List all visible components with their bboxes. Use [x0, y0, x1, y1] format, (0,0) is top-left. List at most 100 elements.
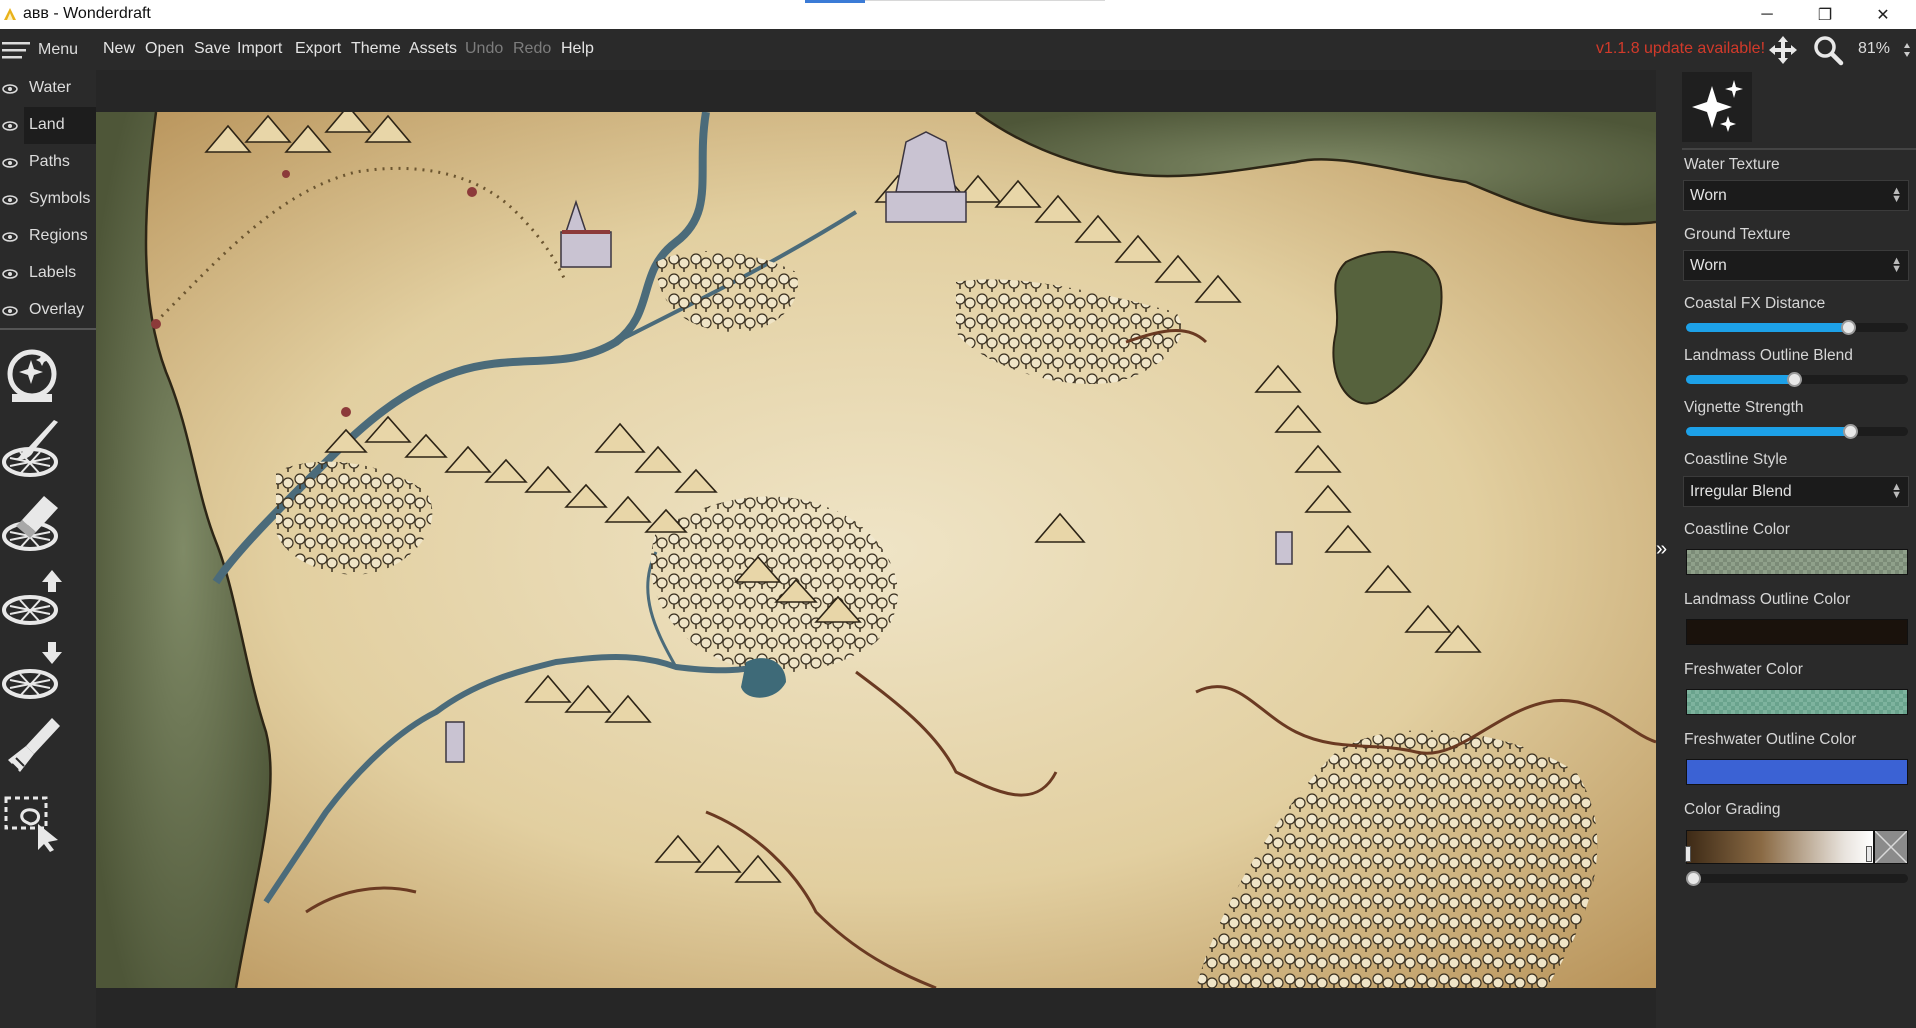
lower-land-icon[interactable]	[0, 640, 64, 704]
menu-assets[interactable]: Assets	[409, 40, 457, 58]
coastline-color-swatch[interactable]	[1686, 549, 1908, 575]
outline-blend-slider[interactable]	[1686, 372, 1908, 387]
slider-handle[interactable]	[1686, 871, 1701, 886]
water-texture-label: Water Texture	[1684, 156, 1780, 173]
water-texture-select[interactable]: Worn ▲ ▼	[1683, 180, 1909, 211]
magic-globe-icon[interactable]	[0, 344, 64, 408]
menu-save[interactable]: Save	[194, 40, 230, 58]
cross-icon	[1874, 830, 1908, 864]
menu-redo: Redo	[513, 40, 552, 57]
layer-symbols[interactable]: Symbols	[0, 181, 96, 218]
freshwater-color-label: Freshwater Color	[1684, 661, 1803, 678]
restore-button[interactable]: ❐	[1796, 0, 1854, 29]
water-texture-value: Worn	[1690, 187, 1727, 204]
slider-fill	[1686, 323, 1849, 332]
eye-icon[interactable]	[2, 194, 18, 205]
layer-label: Labels	[29, 264, 77, 281]
slider-fill	[1686, 375, 1795, 384]
menu-import[interactable]: Import	[237, 40, 282, 58]
vignette-slider[interactable]	[1686, 424, 1908, 439]
layer-label: Land	[29, 116, 65, 133]
minimize-button[interactable]: ─	[1738, 0, 1796, 29]
zoom-level-value[interactable]: 81%	[1858, 40, 1890, 58]
title-tab-track	[865, 0, 1105, 1]
hamburger-menu-button[interactable]: Menu	[0, 29, 84, 70]
layer-land[interactable]: Land	[24, 107, 96, 144]
layer-label: Water	[29, 79, 72, 96]
raise-land-icon[interactable]	[0, 566, 64, 630]
magic-settings-button[interactable]	[1682, 72, 1752, 142]
zoom-stepper-icon[interactable]	[1903, 42, 1911, 58]
eye-icon[interactable]	[2, 121, 18, 131]
menu-bar: Menu New Open Save Import Export Theme A…	[0, 29, 1916, 70]
ground-texture-select[interactable]: Worn ▲ ▼	[1683, 250, 1909, 281]
fantasy-map-image[interactable]	[96, 112, 1656, 988]
slider-handle[interactable]	[1841, 320, 1856, 335]
menu-open[interactable]: Open	[145, 40, 184, 58]
layer-list: Water Land Paths Symbols Regions Labels …	[0, 70, 96, 330]
eye-icon[interactable]	[2, 305, 18, 316]
ground-texture-label: Ground Texture	[1684, 226, 1791, 243]
layer-overlay[interactable]: Overlay	[0, 292, 96, 329]
vignette-label: Vignette Strength	[1684, 399, 1804, 416]
eye-icon[interactable]	[2, 268, 18, 279]
layer-water[interactable]: Water	[0, 70, 96, 107]
coastal-fx-slider[interactable]	[1686, 320, 1908, 335]
color-grading-gradient[interactable]	[1686, 830, 1874, 864]
tool-palette	[0, 330, 96, 1028]
window-title: авв - Wonderdraft	[23, 5, 151, 22]
close-button[interactable]: ✕	[1854, 0, 1912, 29]
coastline-color-label: Coastline Color	[1684, 521, 1790, 538]
select-arrow-icon: ▲ ▼	[1891, 185, 1902, 205]
layer-regions[interactable]: Regions	[0, 218, 96, 255]
gradient-clear-button[interactable]	[1874, 830, 1908, 864]
title-tab-indicator	[805, 0, 865, 3]
landmass-outline-color-label: Landmass Outline Color	[1684, 591, 1851, 608]
menu-help[interactable]: Help	[561, 40, 594, 58]
slider-handle[interactable]	[1843, 424, 1858, 439]
paint-brush-icon[interactable]	[0, 714, 64, 778]
pan-move-icon[interactable]	[1768, 35, 1798, 65]
color-grading-label: Color Grading	[1684, 801, 1781, 818]
map-canvas[interactable]	[96, 112, 1656, 988]
lasso-select-icon[interactable]	[0, 788, 64, 852]
title-bar: авв - Wonderdraft ─ ❐ ✕	[0, 0, 1916, 29]
coastal-fx-label: Coastal FX Distance	[1684, 295, 1826, 312]
freshwater-color-swatch[interactable]	[1686, 689, 1908, 715]
collapse-panel-button[interactable]: »	[1656, 538, 1686, 562]
gradient-stop-right[interactable]	[1866, 846, 1872, 862]
menu-label: Menu	[38, 40, 79, 58]
zoom-magnifier-icon[interactable]	[1812, 34, 1844, 66]
select-arrow-icon: ▲ ▼	[1891, 255, 1902, 275]
ground-texture-value: Worn	[1690, 257, 1727, 274]
menu-theme[interactable]: Theme	[351, 40, 401, 58]
menu-undo: Undo	[465, 40, 504, 57]
color-grading-slider[interactable]	[1686, 871, 1908, 886]
eye-icon[interactable]	[2, 157, 18, 168]
freshwater-outline-color-swatch[interactable]	[1686, 759, 1908, 785]
layer-label: Overlay	[29, 301, 85, 318]
coastline-style-value: Irregular Blend	[1690, 483, 1792, 500]
sparkle-icon	[1692, 80, 1743, 132]
layer-labels[interactable]: Labels	[0, 255, 96, 292]
land-brush-icon[interactable]	[0, 418, 64, 482]
slider-handle[interactable]	[1787, 372, 1802, 387]
eye-icon[interactable]	[2, 83, 18, 94]
outline-blend-label: Landmass Outline Blend	[1684, 347, 1853, 364]
select-arrow-icon: ▲ ▼	[1891, 481, 1902, 501]
update-notice-link[interactable]: v1.1.8 update available!	[1596, 40, 1765, 58]
menu-new[interactable]: New	[103, 40, 135, 58]
coastline-style-select[interactable]: Irregular Blend ▲ ▼	[1683, 476, 1909, 507]
landmass-outline-color-swatch[interactable]	[1686, 619, 1908, 645]
hamburger-icon	[2, 41, 30, 58]
freshwater-outline-color-label: Freshwater Outline Color	[1684, 731, 1857, 748]
layer-label: Regions	[29, 227, 88, 244]
layer-label: Symbols	[29, 190, 91, 207]
menu-export[interactable]: Export	[295, 40, 341, 58]
layer-paths[interactable]: Paths	[0, 144, 96, 181]
layer-label: Paths	[29, 153, 70, 170]
panel-divider	[1682, 148, 1916, 150]
land-eraser-icon[interactable]	[0, 492, 64, 556]
eye-icon[interactable]	[2, 231, 18, 242]
gradient-stop-left[interactable]	[1685, 846, 1691, 862]
